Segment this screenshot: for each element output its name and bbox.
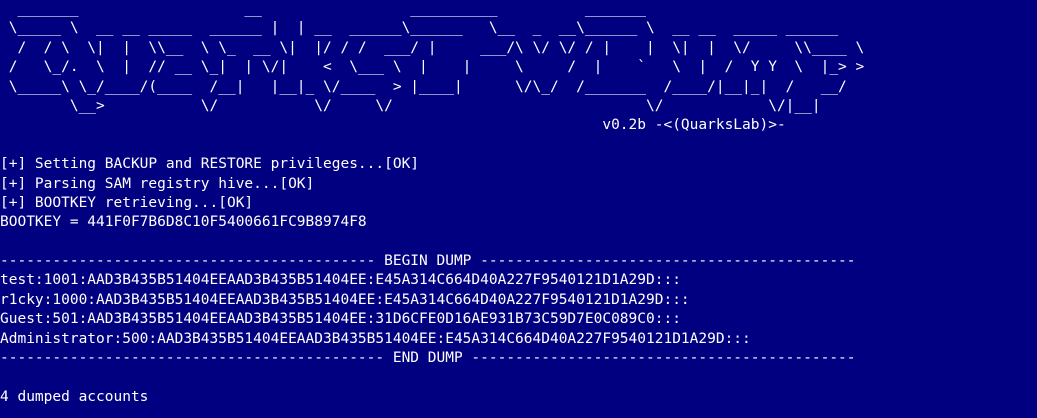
ascii-banner-line-5: \_____\ \_/____/(____ /__| |__|_ \/____ …	[0, 78, 847, 95]
ascii-banner-line-3: / / \ \| | \\__ \ \_ __ \| |/ / / ___/ |…	[0, 39, 865, 56]
ascii-banner-line-2: \_____ \ __ __ _____ ______ | | __ _____…	[0, 20, 839, 37]
begin-dump-separator: ----------------------------------------…	[0, 253, 856, 270]
status-line-privileges: [+] Setting BACKUP and RESTORE privilege…	[0, 156, 420, 173]
version-line: v0.2b -<(QuarksLab)>-	[0, 117, 786, 134]
ascii-banner-line-4: / \_/. \ | // __ \_| | \/| < \___ \ | | …	[0, 59, 865, 76]
ascii-banner-line-6: \__> \/ \/ \/ \/ \/|__|	[0, 97, 821, 114]
ascii-banner-line-1: _______ __ __________ _______	[0, 1, 647, 17]
summary-line: 4 dumped accounts	[0, 388, 149, 405]
status-line-bootkey: [+] BOOTKEY retrieving...[OK]	[0, 194, 254, 211]
dump-entry: Guest:501:AAD3B435B51404EEAAD3B435B51404…	[0, 311, 681, 328]
end-dump-separator: ----------------------------------------…	[0, 350, 856, 367]
console-window[interactable]: _______ __ __________ _______ \_____ \ _…	[0, 0, 1037, 418]
dump-entry: r1cky:1000:AAD3B435B51404EEAAD3B435B5140…	[0, 291, 690, 308]
status-line-parsing: [+] Parsing SAM registry hive...[OK]	[0, 175, 315, 192]
dump-entry: Administrator:500:AAD3B435B51404EEAAD3B4…	[0, 330, 751, 347]
dump-entry: test:1001:AAD3B435B51404EEAAD3B435B51404…	[0, 272, 681, 289]
bootkey-value: BOOTKEY = 441F0F7B6D8C10F5400661FC9B8974…	[0, 214, 367, 231]
